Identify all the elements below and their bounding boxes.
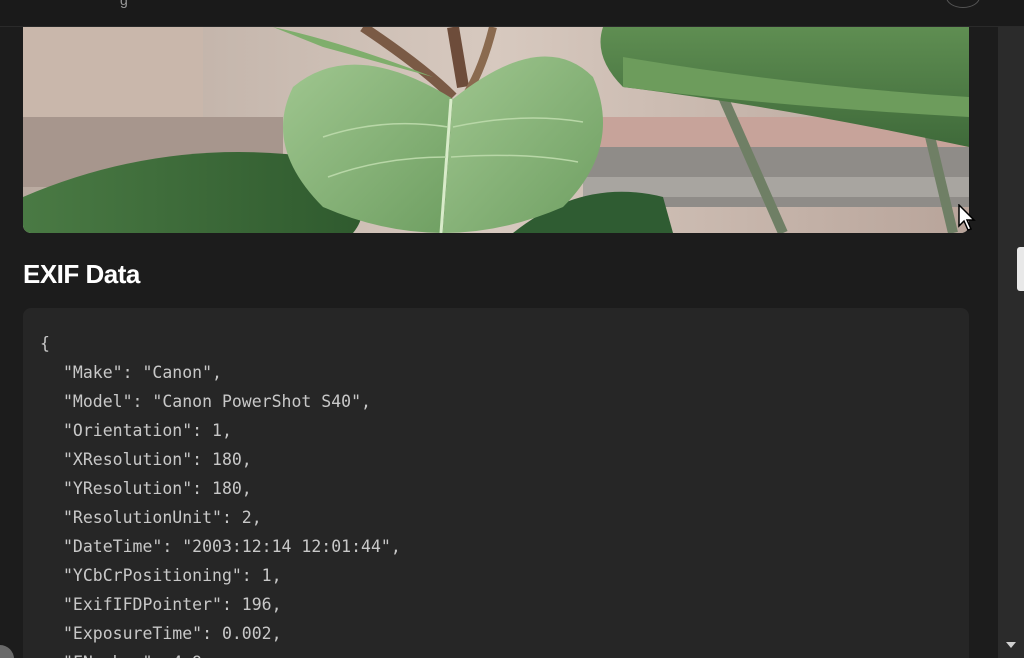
code-line: "Make": "Canon", <box>63 363 222 382</box>
code-line: { <box>40 334 50 353</box>
avatar[interactable] <box>946 0 980 8</box>
code-line: "Model": "Canon PowerShot S40", <box>63 392 371 411</box>
exif-section-title: EXIF Data <box>23 259 140 289</box>
mouse-cursor-icon <box>958 204 976 231</box>
code-line: "DateTime": "2003:12:14 12:01:44", <box>63 537 401 556</box>
scroll-down-arrow-icon[interactable] <box>1006 642 1016 648</box>
photo-preview <box>23 27 969 233</box>
code-line: "FNumber": 4.9, <box>40 648 969 658</box>
top-bar: ɡ <box>0 0 1024 27</box>
exif-code-block: { "Make": "Canon", "Model": "Canon Power… <box>23 308 969 658</box>
code-line: "ExposureTime": 0.002, <box>63 624 282 643</box>
main-content: EXIF Data { "Make": "Canon", "Model": "C… <box>0 27 998 658</box>
scrollbar-thumb[interactable] <box>1017 247 1024 291</box>
code-line: "YCbCrPositioning": 1, <box>63 566 282 585</box>
code-line: "Orientation": 1, <box>63 421 232 440</box>
side-panel-handle[interactable] <box>0 645 14 658</box>
code-line: "YResolution": 180, <box>63 479 252 498</box>
code-line: "ExifIFDPointer": 196, <box>63 595 282 614</box>
top-bar-partial-text: ɡ <box>120 0 128 8</box>
code-line: "ResolutionUnit": 2, <box>63 508 262 527</box>
code-line: "XResolution": 180, <box>63 450 252 469</box>
vertical-scrollbar[interactable] <box>998 27 1024 658</box>
plant-photo-image <box>23 27 969 233</box>
